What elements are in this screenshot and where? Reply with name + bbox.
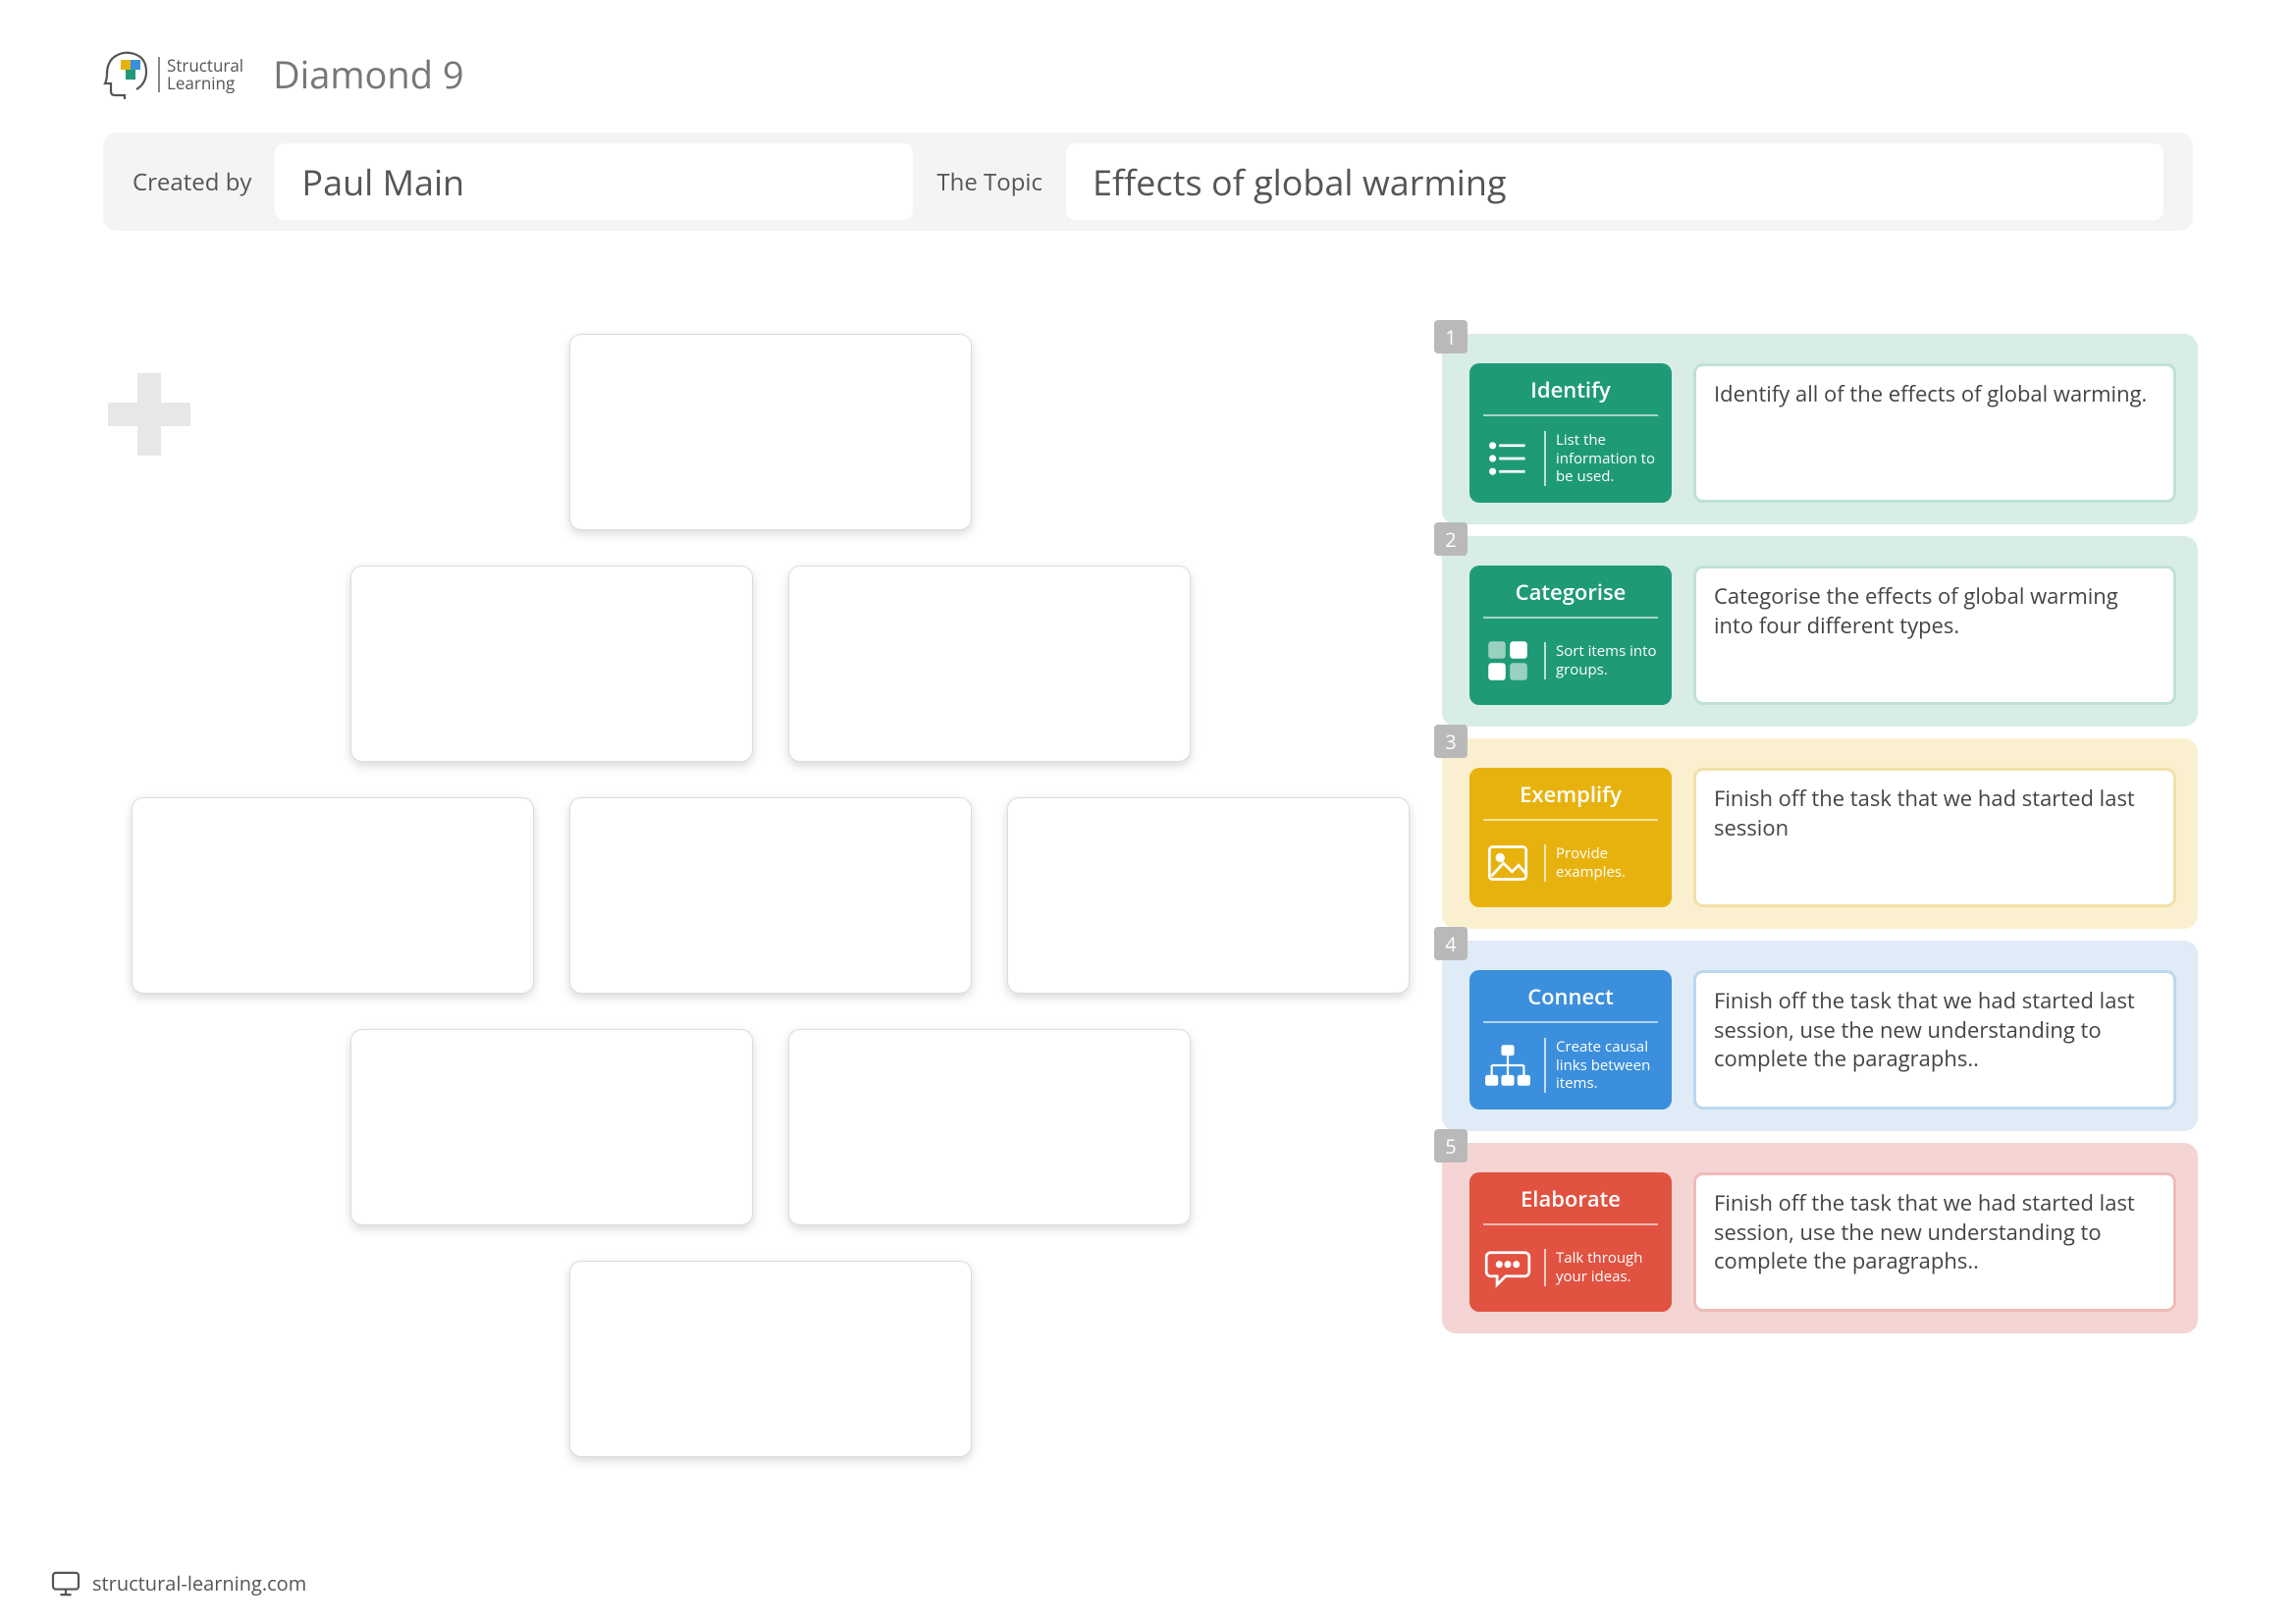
diamond-card[interactable] [569,797,972,994]
created-by-label: Created by [133,166,251,198]
badge-caption: Talk through your ideas. [1544,1249,1658,1286]
list-icon [1483,434,1532,483]
diamond-card[interactable] [569,1261,972,1457]
step-text[interactable]: Finish off the task that we had started … [1693,768,2176,907]
step-badge: Exemplify Provide examples. [1469,768,1672,907]
badge-title: Exemplify [1483,780,1658,821]
diamond-card[interactable] [788,566,1191,762]
page-title: Diamond 9 [273,49,463,100]
step-number: 1 [1434,320,1468,353]
logo-icon [103,50,150,99]
monitor-icon [51,1571,80,1597]
step-badge: Categorise Sort items into groups. [1469,566,1672,705]
badge-caption: List the information to be used. [1544,431,1658,486]
brand-logo: Structural Learning [103,50,243,99]
step-number: 5 [1434,1129,1468,1163]
step-categorise: 2 Categorise Sort items into groups. [1442,536,2198,727]
brand-line2: Learning [167,75,243,92]
step-badge: Connect [1469,970,1672,1110]
footer-url: structural-learning.com [92,1570,306,1597]
diamond-card[interactable] [350,566,753,762]
step-badge: Identify List the information to be used… [1469,363,1672,503]
image-icon [1483,839,1532,888]
step-connect: 4 Connect [1442,941,2198,1131]
step-number: 3 [1434,725,1468,758]
diamond-card[interactable] [1007,797,1410,994]
diamond-card[interactable] [350,1029,753,1225]
step-text[interactable]: Identify all of the effects of global wa… [1693,363,2176,503]
topic-input[interactable] [1066,143,2163,220]
badge-title: Elaborate [1483,1184,1658,1225]
author-input[interactable] [275,143,913,220]
badge-caption: Provide examples. [1544,844,1658,882]
badge-caption: Create causal links between items. [1544,1038,1658,1093]
badge-title: Categorise [1483,577,1658,619]
diamond-canvas [98,334,1443,1492]
step-text[interactable]: Finish off the task that we had started … [1693,970,2176,1110]
badge-title: Identify [1483,375,1658,416]
diamond-card[interactable] [132,797,534,994]
speech-icon [1483,1243,1532,1292]
step-elaborate: 5 Elaborate Talk through your ideas. [1442,1143,2198,1333]
brand-text: Structural Learning [158,57,243,92]
topic-label: The Topic [936,166,1042,198]
diamond-card[interactable] [788,1029,1191,1225]
badge-title: Connect [1483,982,1658,1023]
add-card-icon[interactable] [108,373,187,452]
hierarchy-icon [1483,1041,1532,1090]
header: Structural Learning Diamond 9 [103,49,464,100]
step-text[interactable]: Finish off the task that we had started … [1693,1172,2176,1312]
info-bar: Created by The Topic [103,133,2193,231]
badge-caption: Sort items into groups. [1544,642,1658,679]
diamond-card[interactable] [569,334,972,530]
footer: structural-learning.com [51,1570,306,1597]
steps-panel: 1 Identify List the information to be us… [1442,334,2198,1333]
step-exemplify: 3 Exemplify Provide examples. Finish off… [1442,738,2198,929]
step-text[interactable]: Categorise the effects of global warming… [1693,566,2176,705]
step-badge: Elaborate Talk through your ideas. [1469,1172,1672,1312]
step-identify: 1 Identify List the information to be us… [1442,334,2198,524]
step-number: 4 [1434,927,1468,960]
step-number: 2 [1434,522,1468,556]
grid-icon [1483,636,1532,685]
